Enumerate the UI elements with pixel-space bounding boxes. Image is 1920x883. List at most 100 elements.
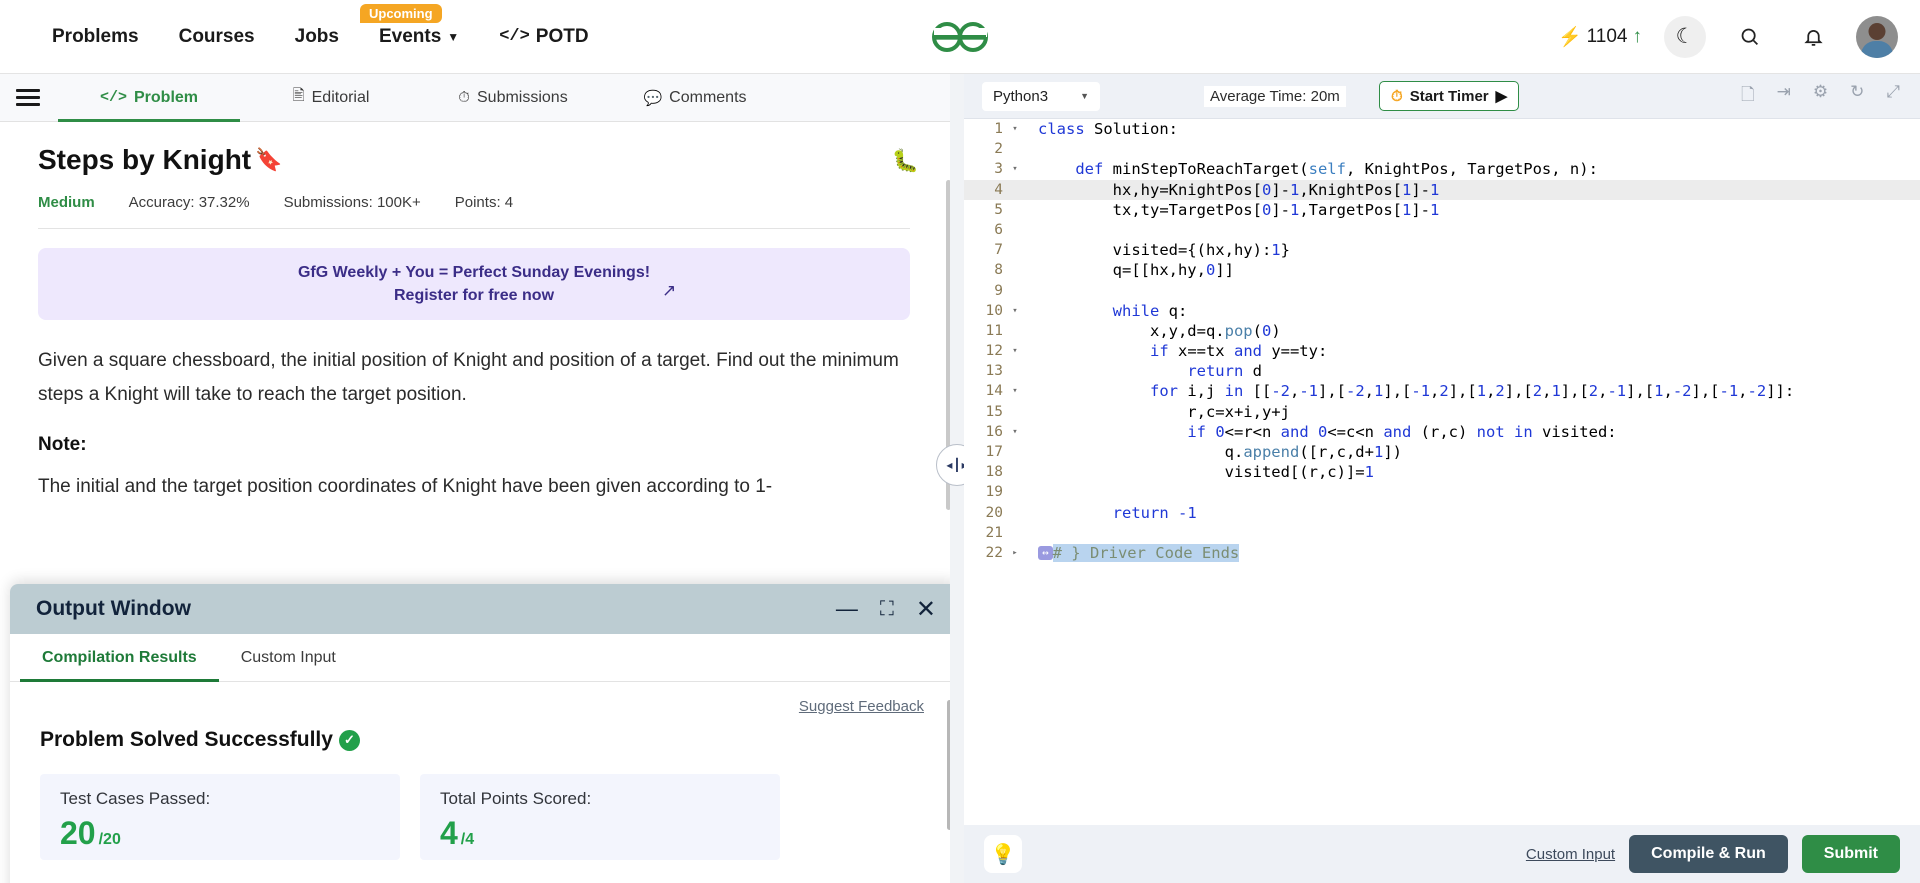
code-line[interactable]: 11 x,y,d=q.pop(0): [964, 321, 1920, 341]
copy-icon[interactable]: 🗋: [1741, 82, 1755, 111]
card-value: 20: [60, 815, 96, 851]
submit-button[interactable]: Submit: [1801, 835, 1900, 873]
code-fold-arrow[interactable]: ▾: [1008, 159, 1022, 179]
code-token: return: [1112, 503, 1178, 522]
card-test-cases-passed: Test Cases Passed: 20 /20: [40, 774, 400, 860]
code-line[interactable]: 8 q=[[hx,hy,0]]: [964, 260, 1920, 280]
code-horizontal-scrollbar[interactable]: [964, 816, 1920, 825]
code-line[interactable]: 7 visited={(hx,hy):1}: [964, 240, 1920, 260]
code-line[interactable]: 6: [964, 220, 1920, 240]
line-number: 3: [994, 161, 1003, 178]
theme-toggle-button[interactable]: ☾: [1664, 15, 1706, 58]
code-token: ]]:: [1766, 382, 1795, 401]
nav-item-potd[interactable]: </> POTD: [499, 26, 588, 48]
geeksforgeeks-logo[interactable]: [928, 18, 992, 56]
code-fold-arrow[interactable]: ▾: [1008, 341, 1022, 361]
tab-compilation-results[interactable]: Compilation Results: [20, 634, 219, 682]
close-icon[interactable]: ✕: [916, 595, 936, 624]
code-line[interactable]: 13 return d: [964, 361, 1920, 381]
tab-label-custom-input: Custom Input: [240, 648, 336, 666]
code-line[interactable]: 22 ▸ ↔ # } Driver Code Ends: [964, 543, 1920, 563]
tab-comments[interactable]: 💬 Comments: [604, 74, 786, 122]
code-line[interactable]: 10 ▾ while q:: [964, 301, 1920, 321]
moon-icon: ☾: [1675, 25, 1695, 48]
code-fold-arrow[interactable]: ▾: [1008, 422, 1022, 442]
code-line[interactable]: 12 ▾ if x==tx and y==ty:: [964, 341, 1920, 361]
upload-icon[interactable]: ⇥: [1777, 82, 1791, 111]
nav-item-courses[interactable]: Courses: [179, 26, 255, 48]
fullscreen-icon[interactable]: ⤢: [1886, 82, 1900, 111]
language-select[interactable]: Python3 ▼: [982, 81, 1100, 111]
code-line-text: if x==tx and y==ty:: [1022, 341, 1920, 361]
code-fold-arrow[interactable]: ▾: [1008, 381, 1022, 401]
solve-status-text: Problem Solved Successfully: [40, 728, 333, 751]
code-line[interactable]: 17 q.append([r,c,d+1]): [964, 442, 1920, 462]
streak-counter[interactable]: ⚡ 1104 ↑: [1558, 25, 1642, 49]
code-line-text: def minStepToReachTarget(self, KnightPos…: [1022, 159, 1920, 179]
splitter-left-arrow: ◂: [946, 458, 953, 472]
code-line[interactable]: 9: [964, 281, 1920, 301]
promo-banner[interactable]: GfG Weekly + You = Perfect Sunday Evenin…: [38, 248, 910, 320]
tab-problem[interactable]: </> Problem: [58, 74, 240, 122]
meta-accuracy: Accuracy: 37.32%: [128, 194, 250, 211]
code-line[interactable]: 5 tx,ty=TargetPos[0]-1,TargetPos[1]-1: [964, 200, 1920, 220]
code-token: r,c=x+i,y+j: [1038, 402, 1290, 421]
code-line[interactable]: 18 visited[(r,c)]=1: [964, 462, 1920, 482]
document-icon: 🖹: [292, 87, 305, 104]
code-editor[interactable]: 1 ▾ class Solution: 2 3 ▾ def minStepToReachT…: [964, 119, 1920, 825]
hint-button[interactable]: 💡: [984, 835, 1022, 873]
tab-submissions[interactable]: ⏱ Submissions: [422, 74, 604, 122]
line-number: 11: [985, 322, 1003, 339]
folded-code-widget[interactable]: ↔: [1038, 546, 1053, 561]
app-root: Problems Courses Jobs Events ▼ </> POTD …: [0, 0, 1920, 883]
tab-custom-input[interactable]: Custom Input: [219, 634, 358, 682]
nav-item-events[interactable]: Events ▼: [379, 26, 459, 48]
tab-label-compilation-results: Compilation Results: [42, 648, 197, 666]
code-token: (: [1252, 321, 1262, 340]
compile-run-button[interactable]: Compile & Run: [1629, 835, 1788, 873]
code-line[interactable]: 21: [964, 523, 1920, 543]
expand-icon[interactable]: ⛶: [880, 598, 894, 621]
code-fold-arrow[interactable]: ▾: [1008, 119, 1022, 139]
hamburger-bar: [16, 103, 40, 106]
custom-input-link[interactable]: Custom Input: [1526, 846, 1615, 863]
hamburger-icon[interactable]: [16, 89, 40, 106]
code-line[interactable]: 16 ▾ if 0<=r<n and 0<=c<n and (r,c) not i…: [964, 422, 1920, 442]
code-token: 1: [1401, 200, 1412, 219]
code-fold-arrow[interactable]: ▸: [1008, 543, 1022, 563]
gear-icon[interactable]: ⚙: [1813, 82, 1828, 111]
start-timer-button[interactable]: ⏱ Start Timer ▶: [1379, 81, 1520, 111]
notifications-button[interactable]: [1792, 16, 1834, 58]
reset-icon[interactable]: ↻: [1850, 82, 1864, 111]
code-line[interactable]: 1 ▾ class Solution:: [964, 119, 1920, 139]
code-token: -2: [1346, 382, 1365, 401]
bookmark-icon[interactable]: 🔖: [255, 149, 282, 171]
code-line[interactable]: 2: [964, 139, 1920, 159]
tab-editorial[interactable]: 🖹 Editorial: [240, 74, 422, 122]
nav-item-jobs[interactable]: Jobs: [295, 26, 339, 48]
code-fold-arrow[interactable]: ▾: [1008, 301, 1022, 321]
nav-item-problems[interactable]: Problems: [52, 26, 139, 48]
suggest-feedback-link[interactable]: Suggest Feedback: [799, 698, 924, 715]
code-line[interactable]: 4 hx,hy=KnightPos[0]-1,KnightPos[1]-1: [964, 179, 1920, 200]
avatar[interactable]: [1856, 15, 1898, 58]
search-button[interactable]: [1728, 16, 1770, 58]
bug-icon[interactable]: 🐛: [892, 148, 919, 174]
minimize-icon[interactable]: —: [836, 598, 858, 619]
code-line[interactable]: 14 ▾ for i,j in [[-2,-1],[-2,1],[-1,2],[1…: [964, 381, 1920, 401]
promo-line-1: GfG Weekly + You = Perfect Sunday Evenin…: [297, 263, 651, 281]
code-token: return: [1187, 362, 1253, 381]
code-line[interactable]: 20 return -1: [964, 503, 1920, 523]
code-token: class: [1038, 120, 1094, 138]
code-line[interactable]: 15 r,c=x+i,y+j: [964, 402, 1920, 422]
code-line-text: return d: [1022, 361, 1920, 381]
code-line[interactable]: 3 ▾ def minStepToReachTarget(self, Knight…: [964, 159, 1920, 179]
problem-panel: </> Problem 🖹 Editorial ⏱ Submissions 💬 …: [0, 74, 958, 883]
avatar-head: [1868, 22, 1886, 40]
code-line[interactable]: 19: [964, 482, 1920, 502]
splitter-bar: ┃: [953, 458, 961, 472]
